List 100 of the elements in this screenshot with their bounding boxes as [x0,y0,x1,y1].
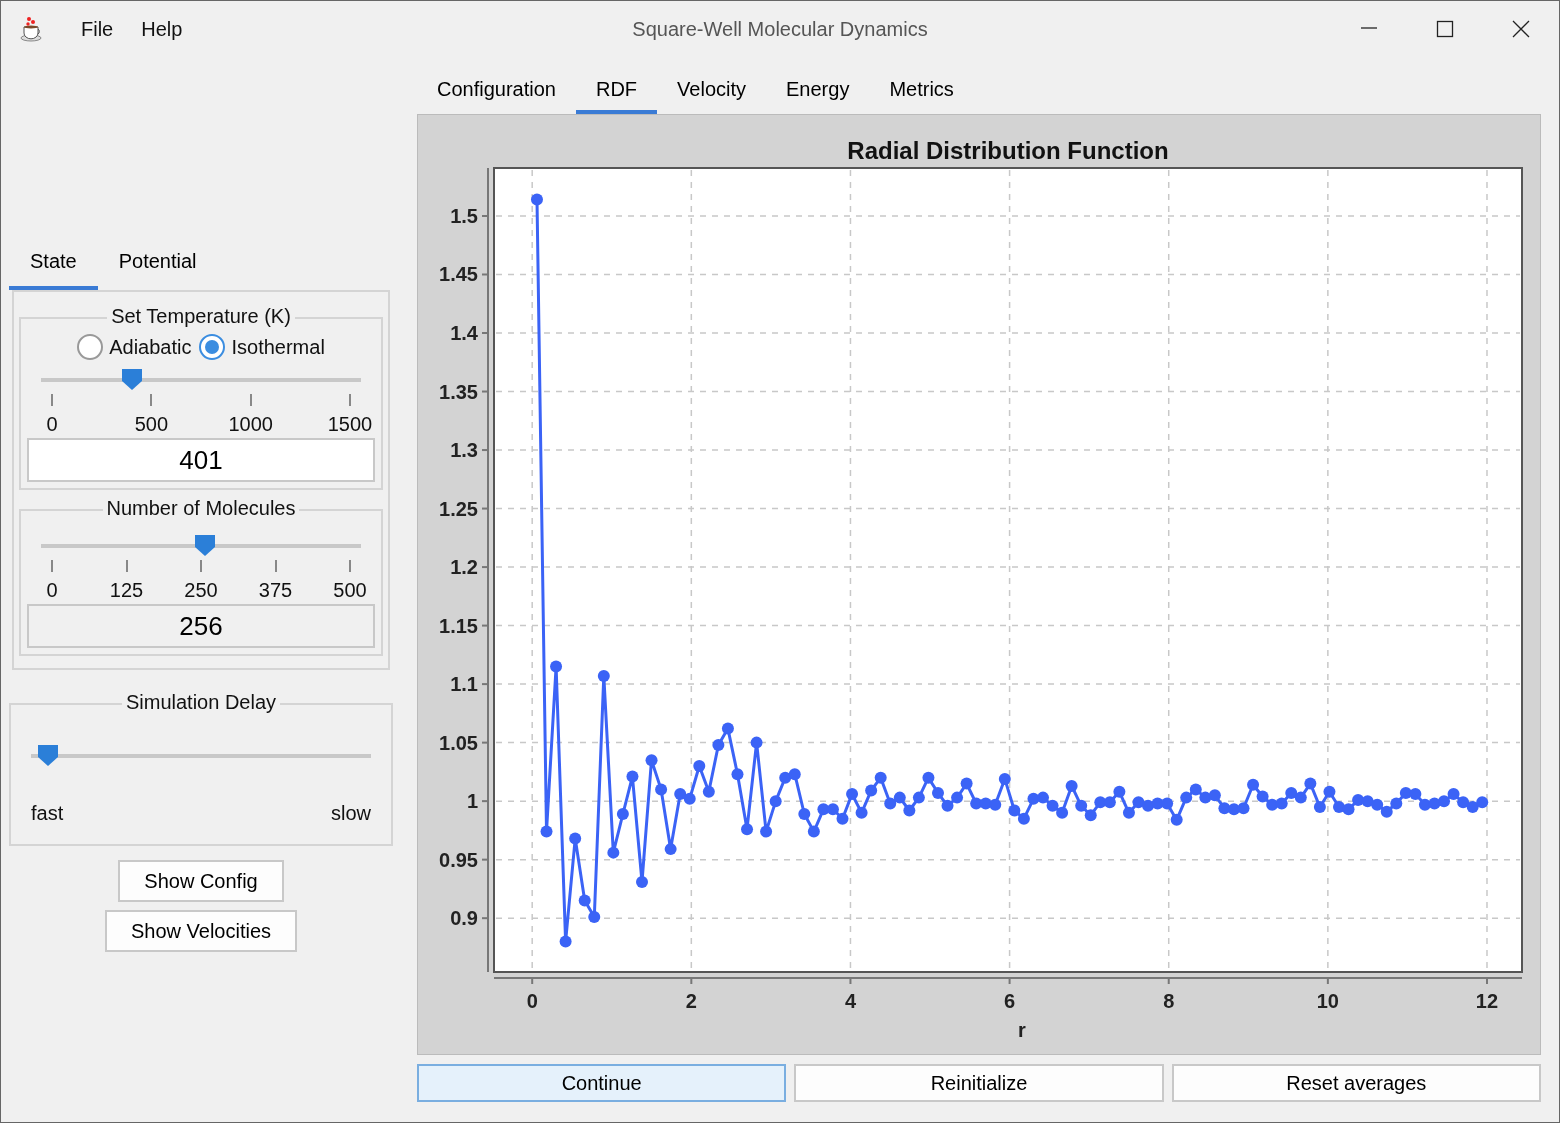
data-point [1371,798,1384,811]
action-button[interactable]: Continue [417,1064,787,1102]
tick-label: 0 [46,412,58,436]
close-icon[interactable] [1512,19,1530,38]
data-point [1208,789,1221,802]
data-point [1409,788,1422,801]
data-point [1017,812,1030,825]
tab[interactable]: Metrics [869,56,974,114]
tick-label: 375 [258,578,293,602]
data-point [741,823,753,836]
data-point [951,791,964,804]
data-point [1122,806,1135,819]
data-point [922,771,935,784]
maximize-icon[interactable] [1436,19,1454,38]
action-button[interactable]: Reset averages [1171,1064,1541,1102]
axis-tick-label: 1.25 [439,497,478,520]
data-point [1132,796,1145,809]
menu-item[interactable]: File [67,11,128,46]
data-point [1151,797,1164,810]
data-point [530,193,543,206]
data-point [1457,796,1470,809]
data-point [798,808,811,820]
data-point [1323,785,1336,798]
axis-tick-label: 2 [685,990,697,1012]
data-point [1065,779,1078,792]
data-point [979,797,992,810]
data-point [1285,786,1298,799]
radio-button[interactable] [77,334,104,360]
data-point [674,788,687,801]
axis-tick-label: 4 [844,990,856,1012]
show-button[interactable]: Show Config [118,860,284,902]
data-point [1476,796,1489,809]
menu-item[interactable]: Help [127,11,197,46]
data-point [731,768,744,781]
axis-tick-label: 1.05 [439,731,478,754]
value-field[interactable]: 256 [27,604,375,648]
data-point [1237,802,1250,815]
data-point [1056,806,1069,819]
data-point [1428,797,1441,810]
data-point [846,788,859,801]
data-point [702,785,715,798]
data-point [893,791,906,804]
data-point [1352,793,1365,806]
data-point [960,777,973,790]
data-point [1170,813,1183,826]
data-point [655,783,668,796]
tab[interactable]: Energy [766,56,870,114]
data-point [1084,809,1097,822]
data-point [693,760,706,773]
slider-thumb[interactable] [37,744,60,766]
slider-thumb[interactable] [120,368,143,390]
axis-tick-label: 1.15 [439,614,478,637]
data-point [559,935,572,948]
data-point [1294,791,1307,804]
axis-tick-label: 1.3 [450,439,478,462]
data-point [1180,791,1193,804]
data-point [1142,799,1155,812]
tab[interactable]: Potential [97,240,218,290]
slider-thumb[interactable] [193,534,216,556]
coffee-cup-icon [19,15,45,42]
data-point [550,660,563,673]
data-point [636,875,648,888]
data-point [1390,797,1403,810]
data-point [1438,795,1450,808]
axis-tick-label: 1.1 [450,673,478,696]
data-point [769,795,782,808]
data-point [1447,788,1460,801]
slider-min-label: fast [31,801,64,826]
show-button[interactable]: Show Velocities [104,910,298,952]
radio-label: Isothermal [231,335,325,360]
axis-tick-label: 0 [526,990,538,1012]
data-point [1380,805,1393,818]
value-field[interactable]: 401 [27,438,375,482]
axis-tick-label: 1.35 [439,380,478,403]
group-title: Simulation Delay [124,692,278,712]
tick-label: 125 [109,578,144,602]
axis-tick-label: 0.95 [439,848,478,871]
data-point [1466,801,1479,813]
axis-title: r [1018,1019,1026,1041]
data-point [1313,801,1326,813]
data-point [1399,786,1412,799]
tab[interactable]: Velocity [657,56,766,114]
axis-tick-label: 6 [1004,990,1016,1012]
data-point [1103,796,1116,809]
tab[interactable]: State [9,240,98,290]
data-point [664,843,677,856]
chart-title: Radial Distribution Function [847,137,1169,164]
data-point [1418,798,1431,811]
tick-label: 1500 [327,412,373,436]
data-point [779,771,792,784]
tab[interactable]: Configuration [417,56,576,114]
group-title: Set Temperature (K) [110,306,292,326]
data-point [1247,778,1260,791]
data-point [626,770,639,783]
data-point [750,736,763,749]
action-button[interactable]: Reinitialize [794,1064,1164,1102]
data-point [578,894,591,907]
data-point [588,911,601,923]
data-point [1275,797,1288,810]
radio-button[interactable] [199,334,226,360]
